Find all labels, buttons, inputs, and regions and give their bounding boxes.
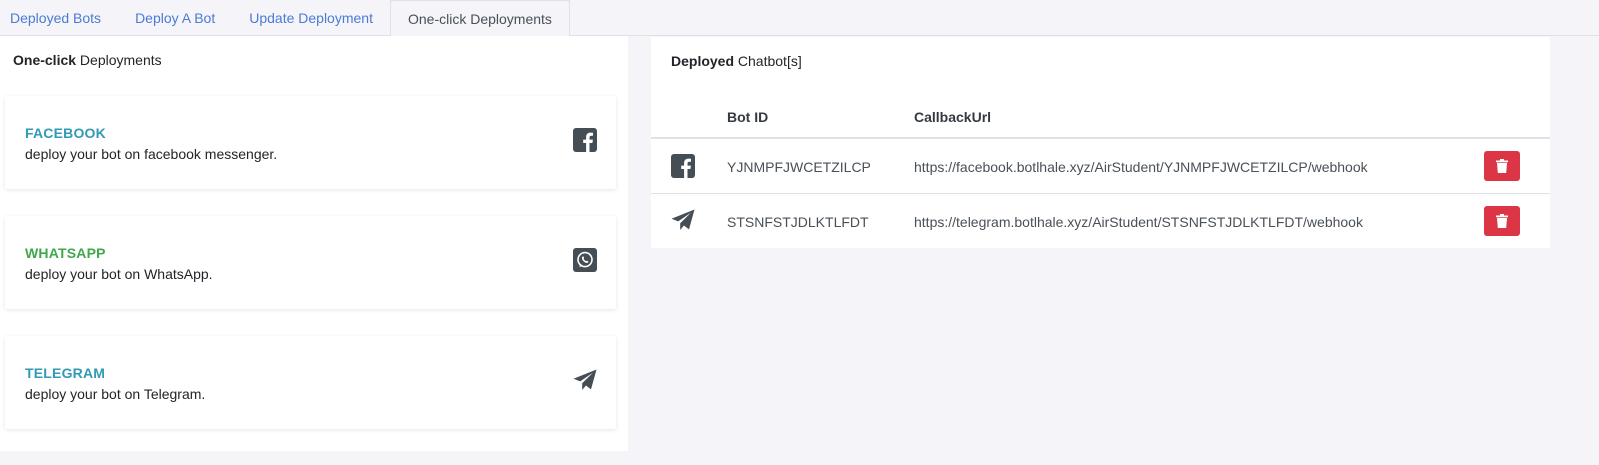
panel-title-rest: Deployments: [76, 52, 162, 68]
panel-title: Deployed Chatbot[s]: [671, 53, 802, 69]
panel-title: One-click Deployments: [13, 52, 162, 68]
whatsapp-deploy-card[interactable]: WHATSAPP deploy your bot on WhatsApp.: [5, 216, 616, 309]
telegram-plane-icon: [671, 209, 695, 230]
panel-title-rest: Chatbot[s]: [734, 53, 802, 69]
facebook-square-icon: [671, 154, 695, 178]
tab-deploy-a-bot[interactable]: Deploy A Bot: [118, 0, 232, 36]
telegram-plane-icon[interactable]: [573, 368, 597, 392]
delete-button[interactable]: [1484, 151, 1520, 181]
card-title: TELEGRAM: [25, 365, 106, 381]
bot-id-cell: YJNMPFJWCETZILCP: [727, 159, 871, 175]
facebook-square-icon[interactable]: [573, 128, 597, 152]
callback-url-cell: https://telegram.botlhale.xyz/AirStudent…: [914, 214, 1363, 230]
delete-button[interactable]: [1484, 206, 1520, 236]
tab-bar: Deployed Bots Deploy A Bot Update Deploy…: [0, 0, 1599, 37]
tab-deployed-bots[interactable]: Deployed Bots: [0, 0, 118, 36]
card-title: FACEBOOK: [25, 125, 106, 141]
telegram-deploy-card[interactable]: TELEGRAM deploy your bot on Telegram.: [5, 336, 616, 429]
tab-one-click-deployments[interactable]: One-click Deployments: [389, 0, 570, 37]
column-header-bot-id: Bot ID: [727, 109, 769, 125]
facebook-deploy-card[interactable]: FACEBOOK deploy your bot on facebook mes…: [5, 96, 616, 189]
table-header-divider: [651, 137, 1550, 139]
tab-update-deployment[interactable]: Update Deployment: [232, 0, 390, 36]
callback-url-cell: https://facebook.botlhale.xyz/AirStudent…: [914, 159, 1368, 175]
card-description: deploy your bot on facebook messenger.: [25, 146, 278, 162]
row-divider: [651, 193, 1550, 194]
card-description: deploy your bot on Telegram.: [25, 386, 206, 402]
deployed-chatbots-panel: Deployed Chatbot[s] Bot ID CallbackUrl Y…: [651, 37, 1550, 248]
one-click-deployments-panel: One-click Deployments FACEBOOK deploy yo…: [0, 36, 628, 451]
panel-title-bold: Deployed: [671, 53, 735, 69]
bot-id-cell: STSNFSTJDLKTLFDT: [727, 214, 869, 230]
card-title: WHATSAPP: [25, 245, 106, 261]
column-header-callback-url: CallbackUrl: [914, 109, 992, 125]
card-description: deploy your bot on WhatsApp.: [25, 266, 213, 282]
trash-icon: [1496, 214, 1508, 228]
trash-icon: [1496, 159, 1508, 173]
whatsapp-square-icon[interactable]: [573, 248, 597, 272]
panel-title-bold: One-click: [13, 52, 77, 68]
